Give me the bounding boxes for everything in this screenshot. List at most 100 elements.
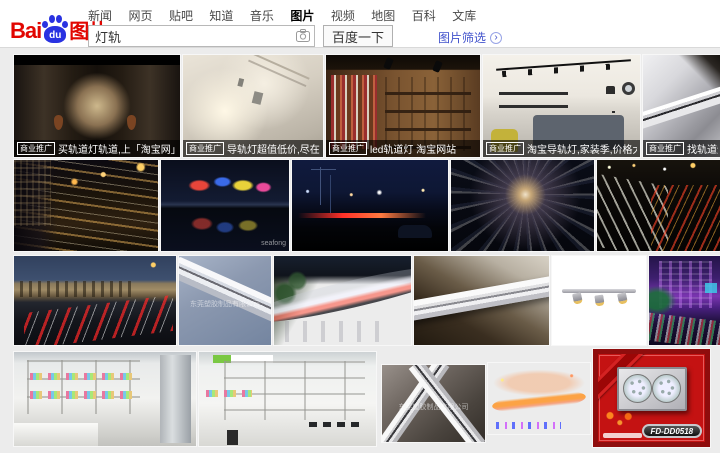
image-result-night-interchange-trails[interactable]: [488, 363, 590, 434]
image-result-zoom-burst-city[interactable]: [451, 160, 594, 251]
baidu-paw-icon: du: [42, 14, 68, 44]
spot-lamp: [572, 293, 583, 306]
ad-badge: 商业推广: [17, 142, 55, 155]
nav-item-wenku[interactable]: 文库: [452, 7, 476, 24]
watermark: seafong: [261, 240, 286, 247]
red-light-trails: [24, 295, 173, 345]
nav-item-baike[interactable]: 百科: [412, 7, 436, 24]
image-result-ceiling-track-spotlight[interactable]: 商业推广 导轨灯超值低价,尽在淘宝!: [183, 55, 323, 157]
image-result-white-track-profile[interactable]: 东莞塑胶制品有限公司: [179, 256, 271, 345]
camera-search-icon[interactable]: [296, 29, 310, 42]
ad-caption: 导轨灯超值低价,尽在淘宝!: [227, 141, 320, 156]
building-arches: [20, 281, 137, 297]
led-screen: [705, 283, 717, 294]
image-result-livingroom-track-lights[interactable]: 商业推广 淘宝导轨灯,家装季,价格大降,狂送…: [483, 55, 640, 157]
led-cluster: [623, 374, 652, 403]
decor-vase: [127, 115, 136, 130]
ad-caption: 淘宝导轨灯,家装季,价格大降,狂送…: [527, 141, 637, 156]
glass-column: [160, 355, 191, 443]
ceiling-pipe: [251, 55, 309, 80]
decor-vase: [54, 115, 63, 130]
image-result-elevated-highway-night[interactable]: [274, 256, 411, 345]
ad-caption-bar: 商业推广 led轨道灯 淘宝网站: [326, 140, 480, 157]
floor-lamp: [606, 86, 615, 94]
red-light-trails: [651, 185, 720, 251]
curved-road: [274, 260, 411, 328]
image-result-shop-display-shelves-1[interactable]: [14, 352, 196, 446]
logo-text-du: du: [44, 30, 66, 41]
book-spines: [331, 75, 377, 148]
ad-badge: 商业推广: [329, 142, 367, 155]
image-result-track-light-hallway[interactable]: 商业推广 买轨道灯轨道,上「淘宝网」!品质家装…: [14, 55, 180, 157]
ad-badge: 商业推广: [486, 142, 524, 155]
track-spotlight: [432, 60, 443, 73]
image-filter-link[interactable]: 图片筛选: [438, 29, 502, 46]
chevron-right-icon: [490, 32, 502, 44]
nav-item-images[interactable]: 图片: [290, 7, 314, 24]
nav-item-zhidao[interactable]: 知道: [209, 7, 233, 24]
ad-badge: 商业推广: [186, 142, 224, 155]
products-row: [30, 373, 134, 381]
street-lights: [292, 187, 448, 198]
search-button[interactable]: 百度一下: [323, 25, 393, 47]
orange-light-trail: [491, 388, 586, 415]
ad-badge: 商业推广: [646, 142, 684, 155]
nav-item-map[interactable]: 地图: [371, 7, 395, 24]
ad-caption-bar: 商业推广 买轨道灯轨道,上「淘宝网」!品质家装…: [14, 140, 180, 157]
image-result-led-grille-spotlight-product-card[interactable]: FD-DD0518: [593, 349, 710, 447]
image-results-grid: 商业推广 买轨道灯轨道,上「淘宝网」!品质家装… 商业推广 导轨灯超值低价,尽在…: [0, 48, 720, 453]
car-silhouette: [398, 225, 432, 239]
aluminum-rail: [643, 82, 720, 130]
spot-lamp: [617, 293, 628, 306]
colored-light-trails: [649, 312, 720, 345]
image-result-night-street-red-trails[interactable]: [292, 160, 448, 251]
round-mirror: [622, 82, 635, 95]
ad-caption-bar: 商业推广 找轨道灯轨道…: [643, 140, 720, 157]
nav-item-web[interactable]: 网页: [128, 7, 152, 24]
watermark: 东莞塑胶制品有限公司: [190, 299, 260, 309]
spot-lamp: [595, 295, 605, 307]
ad-caption: 找轨道灯轨道…: [687, 141, 718, 156]
products-row: [206, 390, 252, 398]
two-head-grille-spotlight: [617, 367, 687, 411]
white-rail: [414, 274, 549, 322]
nav-item-video[interactable]: 视频: [331, 7, 355, 24]
track-spotlight: [383, 57, 394, 70]
image-result-highway-light-trails[interactable]: [597, 160, 720, 251]
red-light-trail: [298, 213, 426, 218]
crane-jib: [311, 169, 336, 170]
display-shelves: [27, 360, 140, 415]
products-row: [30, 391, 134, 399]
image-result-neon-building-reflection[interactable]: seafong: [161, 160, 289, 251]
ad-caption: 买轨道灯轨道,上「淘宝网」!品质家装…: [58, 141, 177, 156]
track-spotlight: [252, 91, 264, 105]
image-result-golden-light-trails[interactable]: [14, 160, 158, 251]
blue-purple-lights: [496, 422, 561, 429]
tree: [649, 286, 676, 314]
ad-caption: led轨道灯 淘宝网站: [370, 141, 456, 156]
stool: [227, 430, 238, 445]
image-result-purple-city-trails[interactable]: [649, 256, 720, 345]
image-result-colosseum-traffic-trails[interactable]: [14, 256, 176, 345]
image-result-shop-display-shelves-2[interactable]: [199, 352, 376, 446]
image-result-bookshelf-track-lights[interactable]: 商业推广 led轨道灯 淘宝网站: [326, 55, 480, 157]
image-result-three-spot-track-fixture[interactable]: [552, 256, 646, 345]
header-bar: Bai du 图片 新闻 网页 贴吧 知道 音乐 图片 视频 地图 百科 文库 …: [0, 0, 720, 48]
image-result-crossed-aluminum-profiles[interactable]: 东莞塑胶制品有限公司: [382, 365, 485, 442]
image-result-rail-closeup[interactable]: [414, 256, 549, 345]
plastic-rail: [179, 257, 271, 324]
top-navigation: 新闻 网页 贴吧 知道 音乐 图片 视频 地图 百科 文库: [88, 7, 488, 23]
nav-item-tieba[interactable]: 贴吧: [169, 7, 193, 24]
search-input[interactable]: [88, 25, 315, 47]
dark-devices: [309, 422, 366, 428]
image-result-track-rail-profile[interactable]: 商业推广 找轨道灯轨道…: [643, 55, 720, 157]
product-model-label: FD-DD0518: [642, 424, 702, 438]
nav-item-music[interactable]: 音乐: [250, 7, 274, 24]
ad-caption-bar: 商业推广 导轨灯超值低价,尽在淘宝!: [183, 140, 323, 157]
watermark: 东莞塑胶制品有限公司: [399, 402, 469, 412]
wall-shelves: [499, 92, 568, 95]
phone-text-strip: [603, 433, 642, 438]
nav-item-news[interactable]: 新闻: [88, 7, 112, 24]
logo-text-bai: Bai: [10, 18, 41, 44]
bridge-pillars: [285, 321, 386, 342]
